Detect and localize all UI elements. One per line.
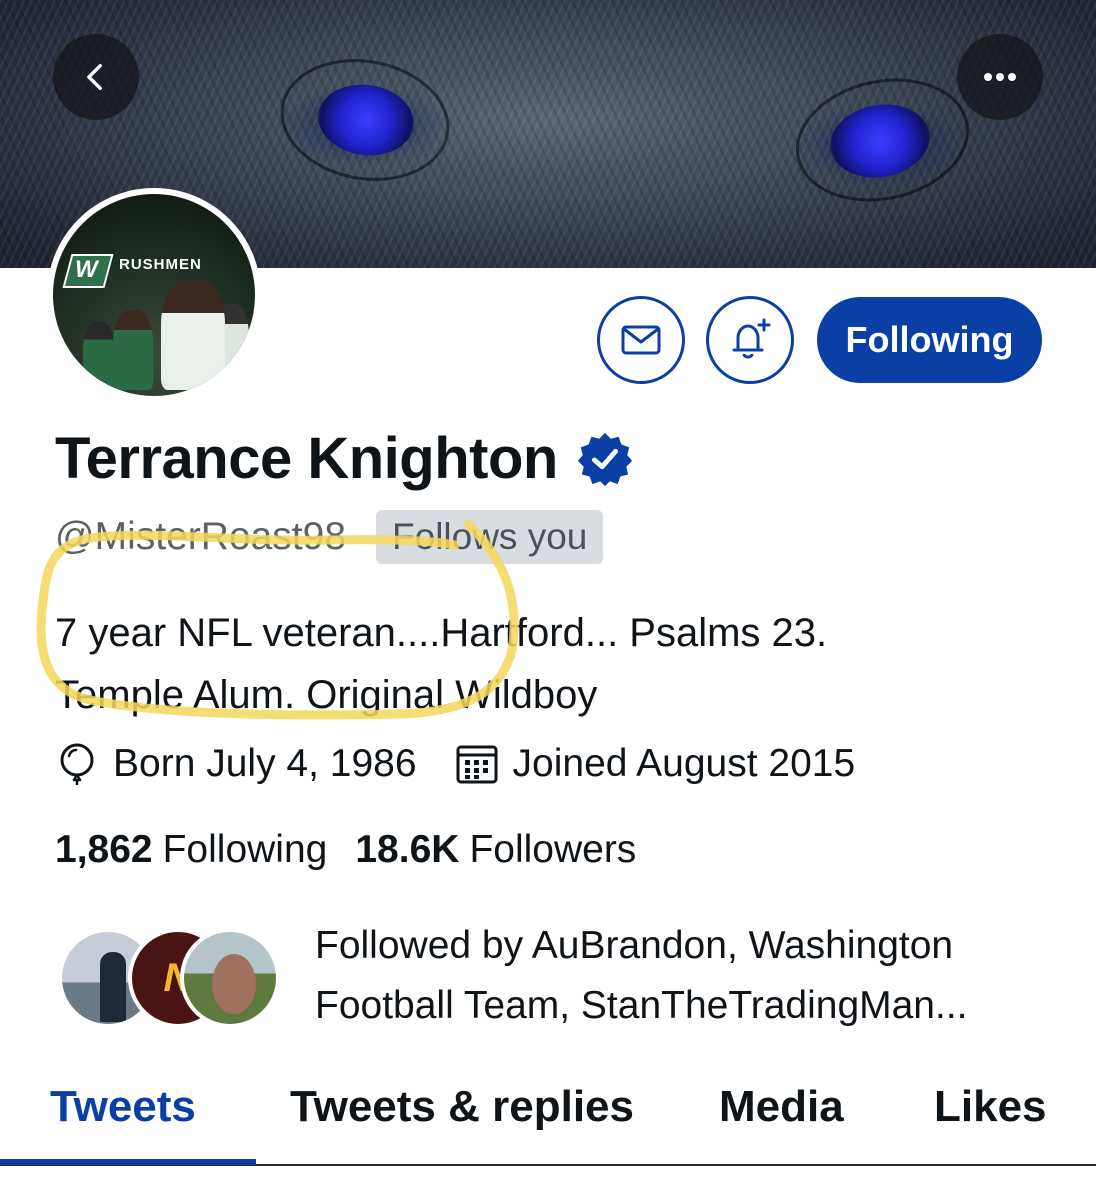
follower-avatar [180,928,280,1028]
avatar-logo-letter: W [75,256,98,283]
birthday-text: Born July 4, 1986 [113,742,417,785]
followers-count: 18.6K [355,828,460,871]
followed-by-avatars[interactable]: N [58,928,283,1028]
following-stat[interactable]: 1,862 Following [55,828,327,872]
handle-row: @MisterRoast98 Follows you [55,510,604,564]
tab-media[interactable]: Media [719,1082,844,1132]
bio-line: Temple Alum. Original Wildboy [55,673,598,717]
follows-you-badge: Follows you [376,510,604,564]
profile-meta: Born July 4, 1986 Joined August 2015 [55,742,855,786]
more-icon [984,73,1016,81]
follow-stats: 1,862 Following 18.6K Followers [55,828,636,872]
tab-tweets[interactable]: Tweets [50,1082,196,1132]
following-button[interactable]: Following [817,297,1042,383]
message-button[interactable] [597,296,685,384]
display-name: Terrance Knighton [55,426,558,491]
more-button[interactable] [957,34,1043,120]
calendar-icon [456,745,498,784]
avatar-player [83,322,115,392]
birthday-icon [60,743,94,785]
name-row: Terrance Knighton [55,425,634,492]
back-button[interactable] [53,34,139,120]
profile-tabs: Tweets Tweets & replies Media Likes [0,1062,1096,1166]
avatar-player [113,310,153,390]
followed-by-text[interactable]: Followed by AuBrandon, Washington Footba… [315,916,1075,1036]
followers-label: Followers [469,828,637,871]
active-tab-indicator [0,1159,256,1165]
avatar-image: W RUSHMEN [53,194,255,396]
bell-plus-icon [732,318,771,359]
avatar-caption: RUSHMEN [119,256,202,273]
avatar-player [161,280,225,390]
verified-icon [577,432,632,486]
tab-tweets-replies[interactable]: Tweets & replies [290,1082,634,1132]
following-count: 1,862 [55,828,153,871]
back-icon [87,63,102,91]
tab-likes[interactable]: Likes [934,1082,1047,1132]
profile-avatar[interactable]: W RUSHMEN [47,188,261,402]
profile-bio: 7 year NFL veteran....Hartford... Psalms… [55,602,1055,726]
notifications-button[interactable] [706,296,794,384]
joined-text: Joined August 2015 [512,742,856,785]
joined-item: Joined August 2015 [455,742,856,786]
mail-icon [621,325,661,355]
following-label: Following [162,828,328,871]
bio-line: 7 year NFL veteran....Hartford... Psalms… [55,611,828,655]
birthday-item: Born July 4, 1986 [55,742,417,786]
user-handle: @MisterRoast98 [55,515,347,558]
followers-stat[interactable]: 18.6K Followers [355,828,636,872]
